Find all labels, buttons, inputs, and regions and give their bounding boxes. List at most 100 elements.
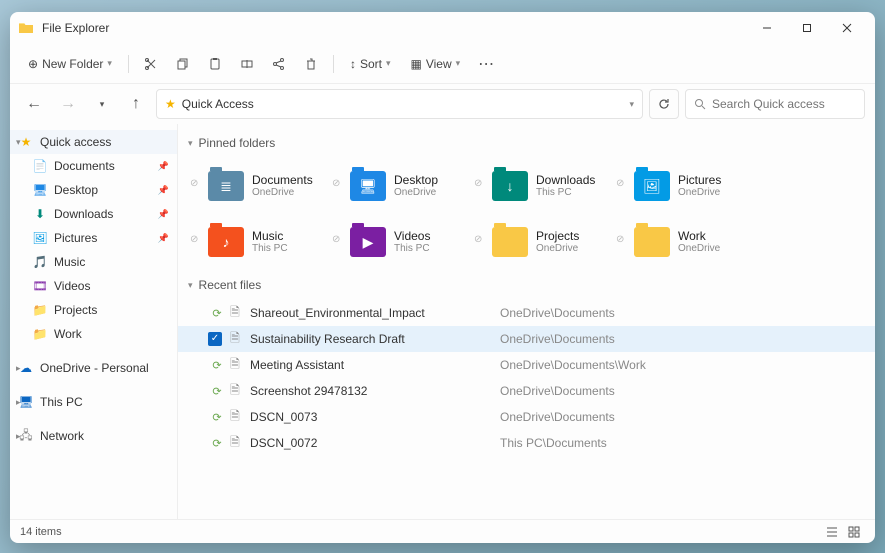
thumbnails-view-button[interactable] [843, 523, 865, 541]
file-location: OneDrive\Documents\Work [500, 358, 646, 372]
file-location: This PC\Documents [500, 436, 607, 450]
folder-location: OneDrive [678, 243, 720, 255]
recent-file-row[interactable]: ⟳🗎Meeting AssistantOneDrive\Documents\Wo… [178, 352, 875, 378]
minimize-button[interactable] [747, 14, 787, 42]
nav-bar: ← → ▾ ↑ ★ Quick Access ▾ [10, 84, 875, 124]
new-folder-button[interactable]: ⊕ New Folder ▾ [20, 50, 120, 78]
recent-file-row[interactable]: ⟳🗎Screenshot 29478132OneDrive\Documents [178, 378, 875, 404]
back-button[interactable]: ← [20, 90, 48, 118]
status-bar: 14 items [10, 519, 875, 543]
folder-icon [634, 227, 670, 257]
pinned-folder-documents[interactable]: ⊘≣DocumentsOneDrive [208, 164, 332, 208]
pin-icon: ⊘ [190, 178, 198, 189]
pinned-folder-pictures[interactable]: ⊘🖼PicturesOneDrive [634, 164, 758, 208]
pinned-folder-downloads[interactable]: ⊘↓DownloadsThis PC [492, 164, 616, 208]
cut-icon[interactable] [137, 50, 165, 78]
recent-locations-button[interactable]: ▾ [88, 90, 116, 118]
forward-button[interactable]: → [54, 90, 82, 118]
toolbar: ⊕ New Folder ▾ ↕ Sort ▾ ▦ View ▾ ⋯ [10, 44, 875, 84]
pinned-folder-videos[interactable]: ⊘▶VideosThis PC [350, 220, 474, 264]
sidebar-label: Network [40, 429, 84, 443]
window-title: File Explorer [42, 21, 747, 35]
chevron-right-icon: ▸ [16, 397, 21, 408]
sidebar-item-label: Projects [54, 303, 97, 317]
search-input[interactable] [712, 97, 867, 111]
star-icon: ★ [165, 97, 176, 111]
sidebar-item-downloads[interactable]: ⬇Downloads📌 [10, 202, 177, 226]
sidebar-this-pc[interactable]: ▸ 🖥 This PC [10, 390, 177, 414]
sync-status-icon: ⟳ [208, 307, 226, 320]
sidebar-onedrive[interactable]: ▸ ☁ OneDrive - Personal [10, 356, 177, 380]
checkbox-checked-icon[interactable]: ✓ [208, 332, 222, 346]
sidebar-item-documents[interactable]: 📄Documents📌 [10, 154, 177, 178]
sidebar-item-label: Work [54, 327, 82, 341]
recent-file-row[interactable]: ⟳🗎DSCN_0072This PC\Documents [178, 430, 875, 456]
breadcrumb-label: Quick Access [182, 97, 254, 111]
sidebar-network[interactable]: ▸ 🖧 Network [10, 424, 177, 448]
folder-location: OneDrive [252, 187, 313, 199]
file-icon: 🗎 [226, 303, 244, 324]
plus-circle-icon: ⊕ [28, 57, 38, 71]
search-box[interactable] [685, 89, 865, 119]
share-icon[interactable] [265, 50, 293, 78]
sidebar-item-music[interactable]: 🎵Music [10, 250, 177, 274]
sidebar-item-pictures[interactable]: 🖼Pictures📌 [10, 226, 177, 250]
recent-file-row[interactable]: ✓🗎Sustainability Research DraftOneDrive\… [178, 326, 875, 352]
folder-icon: 🎞 [32, 278, 48, 294]
folder-icon: 📄 [32, 158, 48, 174]
details-view-button[interactable] [821, 523, 843, 541]
pinned-folder-projects[interactable]: ⊘ProjectsOneDrive [492, 220, 616, 264]
folder-icon: 📁 [32, 302, 48, 318]
sidebar-item-label: Documents [54, 159, 115, 173]
folder-name: Downloads [536, 173, 595, 187]
recent-file-row[interactable]: ⟳🗎DSCN_0073OneDrive\Documents [178, 404, 875, 430]
separator [128, 55, 129, 73]
paste-icon[interactable] [201, 50, 229, 78]
file-name: Shareout_Environmental_Impact [250, 306, 500, 320]
pinned-folders-header[interactable]: ▾ Pinned folders [178, 132, 875, 154]
close-button[interactable] [827, 14, 867, 42]
sidebar-item-label: Desktop [54, 183, 98, 197]
pinned-folder-desktop[interactable]: ⊘🖥DesktopOneDrive [350, 164, 474, 208]
file-icon: 🗎 [226, 381, 244, 402]
chevron-down-icon[interactable]: ▾ [629, 99, 634, 110]
sidebar-label: This PC [40, 395, 83, 409]
sync-status-icon: ⟳ [208, 437, 226, 450]
chevron-down-icon: ▾ [386, 58, 391, 69]
folder-name: Desktop [394, 173, 438, 187]
section-label: Pinned folders [199, 136, 276, 150]
view-button[interactable]: ▦ View ▾ [403, 50, 469, 78]
recent-file-row[interactable]: ⟳🗎Shareout_Environmental_ImpactOneDrive\… [178, 300, 875, 326]
pin-icon: 📌 [158, 209, 169, 220]
sidebar-item-desktop[interactable]: 🖥Desktop📌 [10, 178, 177, 202]
sidebar-item-work[interactable]: 📁 Work [10, 322, 177, 346]
folder-icon: 📁 [32, 326, 48, 342]
sidebar: ▾ ★ Quick access 📄 Documents 📌 🖥Desktop📌⬇Do… [10, 124, 178, 519]
folder-icon: 🖥 [350, 171, 386, 201]
sidebar-quick-access[interactable]: ▾ ★ Quick access [10, 130, 177, 154]
pin-icon: 📌 [158, 233, 169, 244]
pinned-folder-work[interactable]: ⊘WorkOneDrive [634, 220, 758, 264]
pinned-folder-music[interactable]: ⊘♪MusicThis PC [208, 220, 332, 264]
sync-status-icon: ⟳ [208, 359, 226, 372]
up-button[interactable]: ↑ [122, 90, 150, 118]
title-bar: File Explorer [10, 12, 875, 44]
more-icon[interactable]: ⋯ [472, 50, 500, 78]
chevron-down-icon: ▾ [188, 280, 193, 291]
folder-name: Pictures [678, 173, 721, 187]
rename-icon[interactable] [233, 50, 261, 78]
maximize-button[interactable] [787, 14, 827, 42]
address-bar[interactable]: ★ Quick Access ▾ [156, 89, 643, 119]
pin-icon: ⊘ [190, 234, 198, 245]
file-icon: 🗎 [226, 329, 244, 350]
sidebar-item-projects[interactable]: 📁 Projects [10, 298, 177, 322]
view-icon: ▦ [411, 57, 422, 71]
copy-icon[interactable] [169, 50, 197, 78]
sidebar-item-videos[interactable]: 🎞Videos [10, 274, 177, 298]
delete-icon[interactable] [297, 50, 325, 78]
file-name: Meeting Assistant [250, 358, 500, 372]
recent-files-header[interactable]: ▾ Recent files [178, 274, 875, 296]
sort-button[interactable]: ↕ Sort ▾ [342, 50, 399, 78]
refresh-button[interactable] [649, 89, 679, 119]
folder-icon: 🖼 [634, 171, 670, 201]
